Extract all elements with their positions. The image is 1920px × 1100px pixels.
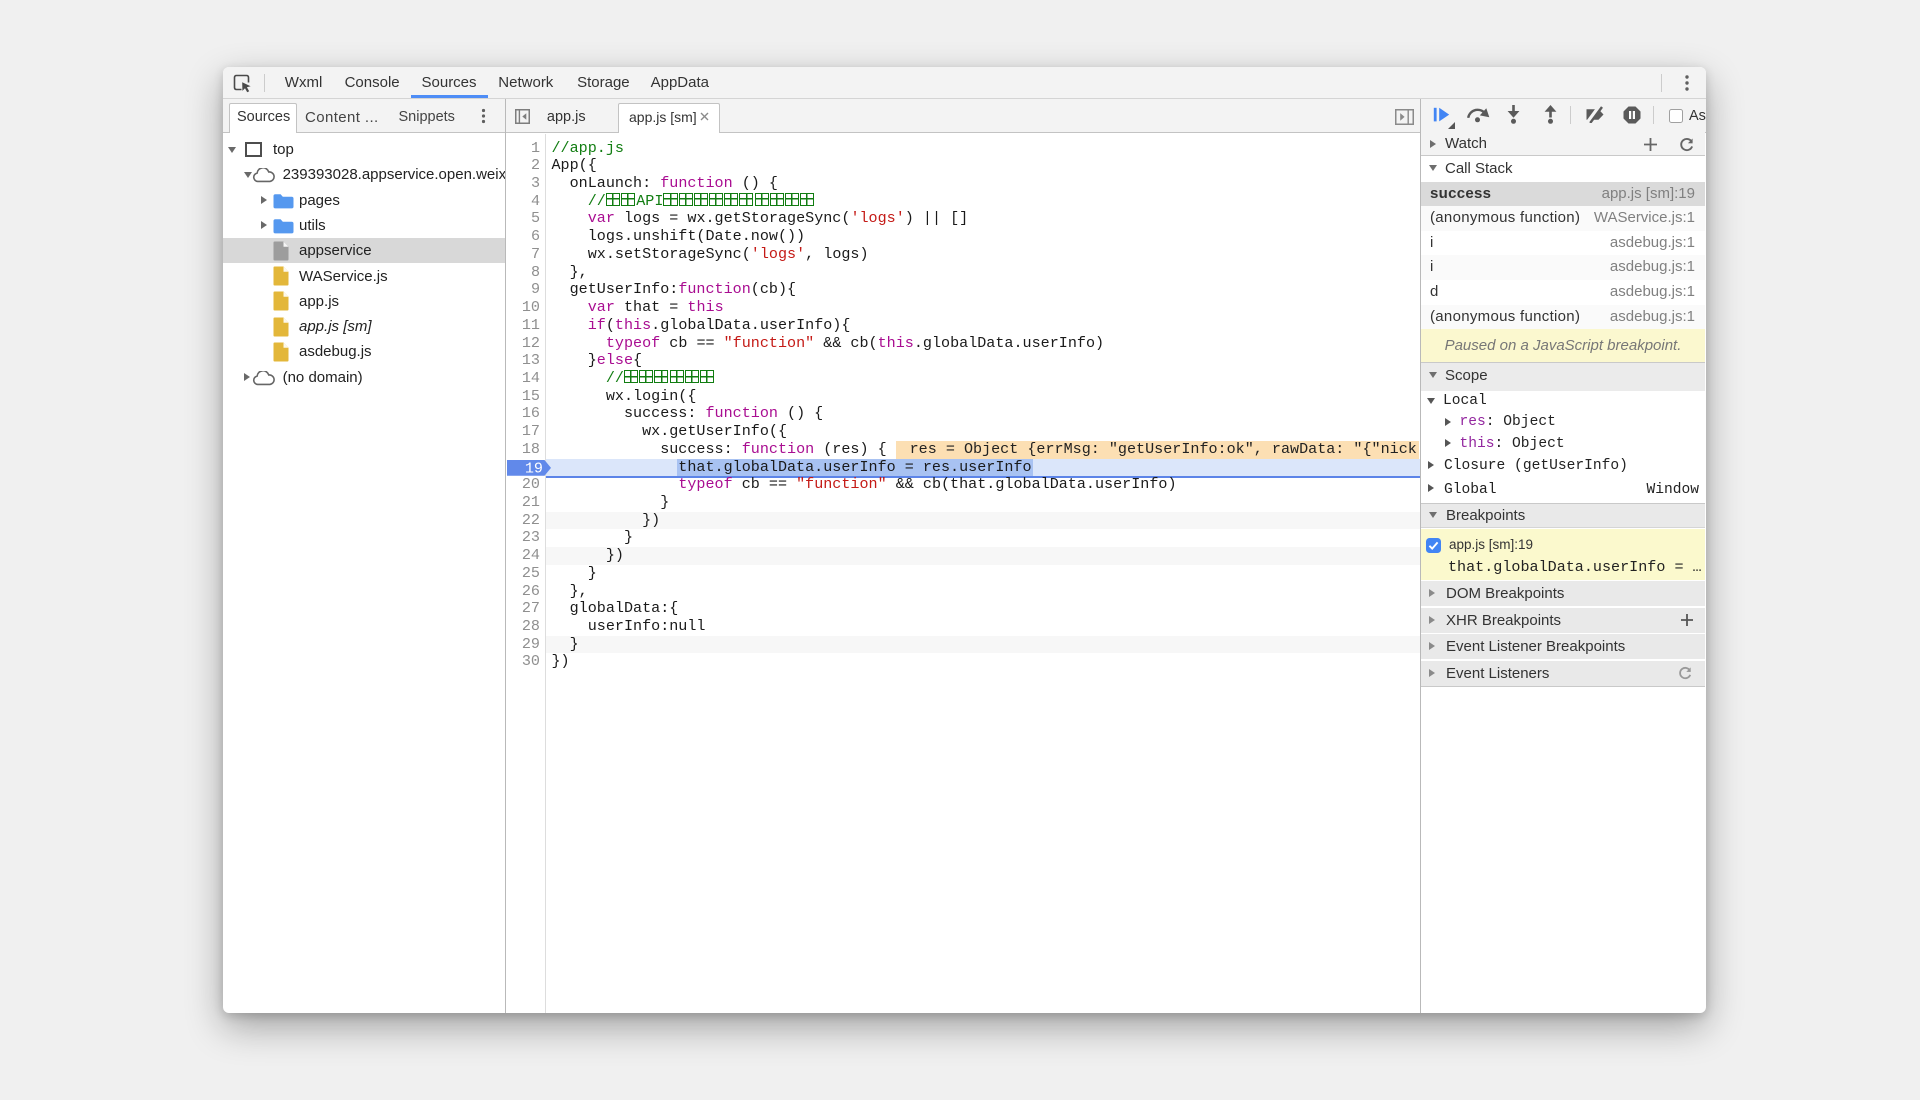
- svg-text:19: 19: [525, 459, 543, 476]
